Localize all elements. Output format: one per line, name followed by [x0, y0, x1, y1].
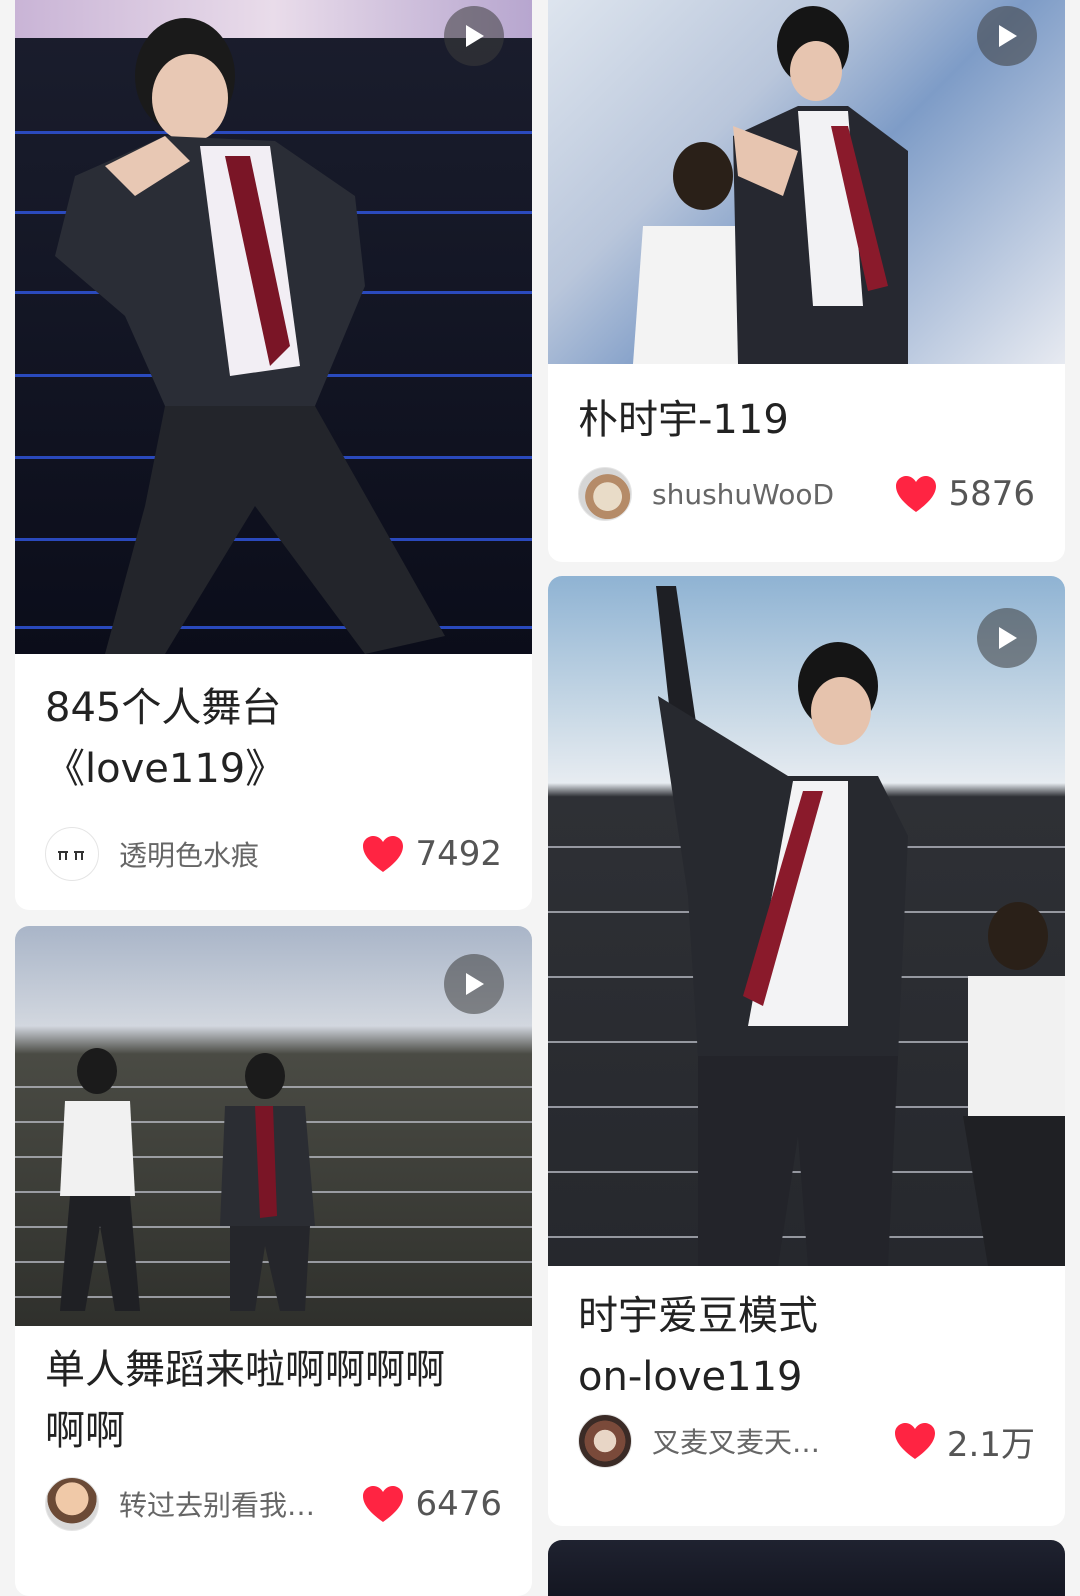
like-count: 6476 [415, 1484, 502, 1524]
note-card[interactable]: 845个人舞台 《love119》 透明色水痕 7492 [15, 0, 532, 910]
note-title-line: 845个人舞台 [45, 685, 282, 731]
note-title[interactable]: 单人舞蹈来啦啊啊啊啊 啊啊 [15, 1326, 532, 1462]
like-button[interactable]: 2.1万 [893, 1417, 1035, 1466]
note-card[interactable]: 时宇爱豆模式 on-love119 叉麦叉麦天… 2.1万 [548, 576, 1065, 1526]
heart-icon [363, 836, 404, 872]
play-button[interactable] [977, 6, 1037, 66]
like-count: 2.1万 [946, 1424, 1035, 1465]
play-button[interactable] [444, 6, 504, 66]
video-cover[interactable] [548, 1540, 1065, 1596]
note-title-line: 单人舞蹈来啦啊啊啊啊 [45, 1347, 445, 1393]
like-count: 5876 [948, 474, 1035, 514]
author-name[interactable]: 叉麦叉麦天… [652, 1421, 820, 1461]
note-title[interactable]: 845个人舞台 《love119》 [15, 654, 532, 800]
video-cover[interactable] [548, 576, 1065, 1266]
note-title[interactable]: 时宇爱豆模式 on-love119 [548, 1266, 1065, 1408]
note-meta: 透明色水痕 7492 [45, 826, 502, 882]
avatar-face-icon [58, 851, 84, 860]
play-button[interactable] [444, 954, 504, 1014]
heart-icon [896, 476, 937, 512]
note-feed: 845个人舞台 《love119》 透明色水痕 7492 单人舞蹈来啦啊啊啊啊 … [0, 0, 1080, 1596]
play-button[interactable] [977, 608, 1037, 668]
avatar[interactable] [578, 467, 632, 521]
like-button[interactable]: 7492 [361, 834, 502, 874]
video-cover[interactable] [15, 926, 532, 1326]
author-name[interactable]: shushuWooD [652, 478, 834, 511]
author-name[interactable]: 转过去别看我… [119, 1484, 315, 1524]
play-icon [999, 25, 1017, 47]
avatar[interactable] [45, 1477, 99, 1531]
heart-icon [363, 1486, 404, 1522]
note-meta: 叉麦叉麦天… 2.1万 [578, 1413, 1035, 1469]
note-title[interactable]: 朴时宇-119 [548, 364, 1065, 451]
note-title-line: 《love119》 [45, 746, 286, 792]
heart-icon [894, 1423, 935, 1459]
note-meta: shushuWooD 5876 [578, 466, 1035, 522]
note-card[interactable]: 朴时宇-119 shushuWooD 5876 [548, 0, 1065, 562]
play-icon [466, 25, 484, 47]
performer-figures [656, 586, 1065, 1266]
avatar[interactable] [578, 1414, 632, 1468]
video-cover[interactable] [548, 0, 1065, 364]
play-icon [466, 973, 484, 995]
note-title-line: on-love119 [578, 1354, 803, 1400]
like-count: 7492 [415, 834, 502, 874]
like-button[interactable]: 5876 [894, 474, 1035, 514]
note-title-line: 时宇爱豆模式 [578, 1293, 818, 1339]
video-cover[interactable] [15, 0, 532, 654]
note-card[interactable] [548, 1540, 1065, 1596]
avatar[interactable] [45, 827, 99, 881]
like-button[interactable]: 6476 [361, 1484, 502, 1524]
note-title-line: 朴时宇-119 [578, 397, 789, 443]
note-card[interactable]: 单人舞蹈来啦啊啊啊啊 啊啊 转过去别看我… 6476 [15, 926, 532, 1596]
note-meta: 转过去别看我… 6476 [45, 1476, 502, 1532]
note-title-line: 啊啊 [45, 1408, 125, 1454]
performer-figure [55, 18, 445, 654]
play-icon [999, 627, 1017, 649]
author-name[interactable]: 透明色水痕 [119, 834, 259, 874]
